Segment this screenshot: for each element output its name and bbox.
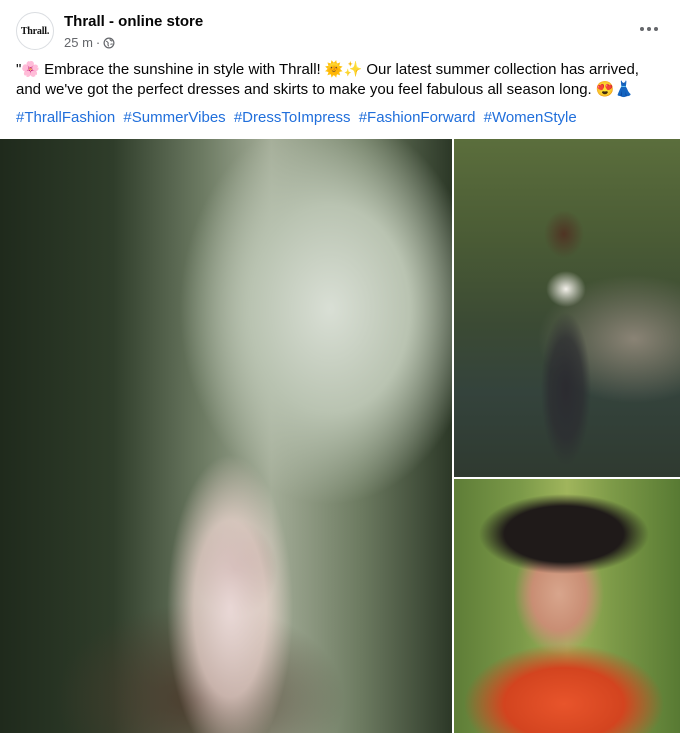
meta-separator: ·: [95, 35, 101, 50]
hashtag-link[interactable]: #SummerVibes: [123, 109, 225, 126]
globe-icon[interactable]: [103, 37, 115, 49]
more-dot: [640, 27, 644, 31]
post-photo-hat-portrait[interactable]: [454, 479, 680, 733]
hashtag-link[interactable]: #DressToImpress: [234, 109, 351, 126]
avatar-logo-text: Thrall.: [20, 25, 50, 37]
hashtag-link[interactable]: #WomenStyle: [484, 109, 577, 126]
post-timestamp[interactable]: 25 m: [64, 35, 93, 50]
post-text: "🌸 Embrace the sunshine in style with Th…: [16, 61, 639, 98]
post-photo-stream-skirt[interactable]: [454, 139, 680, 477]
post-header: Thrall. Thrall - online store 25 m ·: [0, 0, 680, 62]
post-meta: 25 m ·: [64, 35, 115, 50]
hashtag-row: #ThrallFashion #SummerVibes #DressToImpr…: [16, 108, 581, 128]
hashtag-link[interactable]: #FashionForward: [359, 109, 476, 126]
post-photo-forest-dress[interactable]: [0, 139, 452, 733]
page-avatar[interactable]: Thrall.: [16, 12, 54, 50]
page-name-link[interactable]: Thrall - online store: [64, 13, 203, 30]
more-dot: [647, 27, 651, 31]
hashtag-link[interactable]: #ThrallFashion: [16, 109, 115, 126]
more-options-button[interactable]: [634, 17, 664, 41]
more-dot: [654, 27, 658, 31]
